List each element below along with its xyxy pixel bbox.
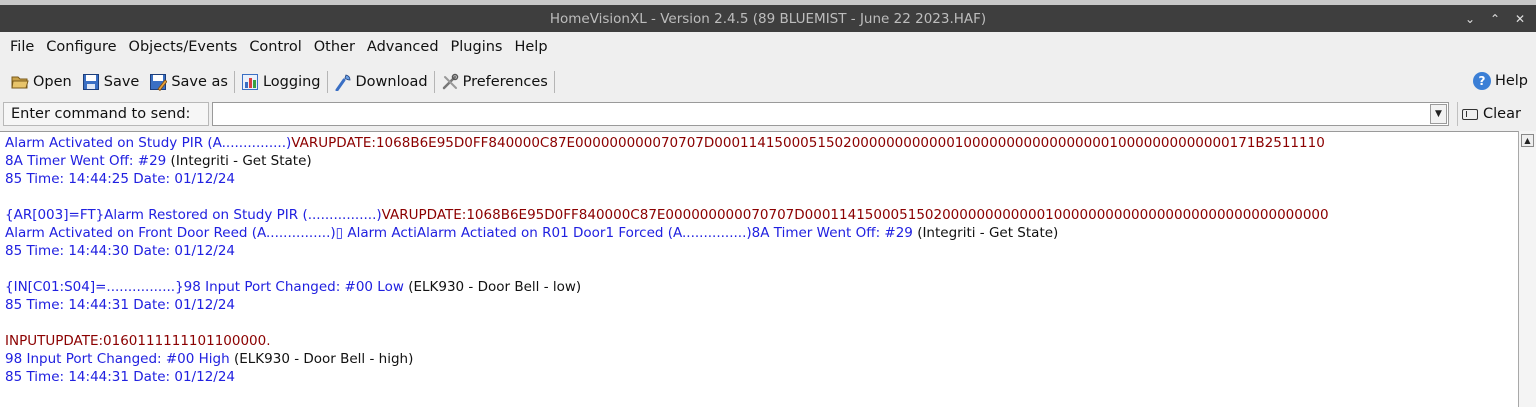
log-blank-line bbox=[5, 188, 1518, 206]
log-entry: 85 Time: 14:44:31 Date: 01/12/24 bbox=[5, 368, 1518, 386]
save-as-label: Save as bbox=[171, 73, 228, 90]
open-button[interactable]: Open bbox=[6, 69, 77, 95]
log-segment: 85 Time: 14:44:31 Date: 01/12/24 bbox=[5, 369, 236, 385]
log-entry: {AR[003]=FT}Alarm Restored on Study PIR … bbox=[5, 206, 1518, 224]
open-label: Open bbox=[33, 73, 72, 90]
menu-bar: File Configure Objects/Events Control Ot… bbox=[0, 32, 1536, 62]
log-blank-line bbox=[5, 260, 1518, 278]
command-row: Enter command to send: ▼ Clear bbox=[0, 100, 1536, 130]
log-segment: 98 Input Port Changed: #00 High bbox=[5, 351, 234, 367]
toolbar-separator bbox=[433, 70, 435, 93]
menu-help[interactable]: Help bbox=[508, 39, 553, 55]
log-segment: {AR[003]=FT}Alarm Restored on Study PIR … bbox=[5, 207, 382, 223]
log-entry: 85 Time: 14:44:30 Date: 01/12/24 bbox=[5, 242, 1518, 260]
preferences-label: Preferences bbox=[462, 73, 548, 90]
download-button[interactable]: Download bbox=[329, 69, 433, 95]
help-label: Help bbox=[1494, 73, 1528, 89]
log-entry: 8A Timer Went Off: #29 (Integriti - Get … bbox=[5, 152, 1518, 170]
window-title: HomeVisionXL - Version 2.4.5 (89 BLUEMIS… bbox=[549, 10, 987, 27]
logging-label: Logging bbox=[262, 73, 321, 90]
log-segment: VARUPDATE:1068B6E95D0FF840000C87E0000000… bbox=[291, 135, 1325, 151]
download-label: Download bbox=[355, 73, 428, 90]
menu-configure[interactable]: Configure bbox=[40, 39, 122, 55]
log-segment: 85 Time: 14:44:31 Date: 01/12/24 bbox=[5, 297, 236, 313]
help-button[interactable]: ? Help bbox=[1472, 68, 1528, 94]
log-segment: INPUTUPDATE:0160111111101100000. bbox=[5, 333, 271, 349]
save-button[interactable]: Save bbox=[77, 69, 145, 95]
logging-button[interactable]: Logging bbox=[236, 69, 326, 95]
tools-icon bbox=[442, 73, 458, 89]
menu-advanced[interactable]: Advanced bbox=[361, 39, 445, 55]
log-segment: {IN[C01:S04]=................}98 Input P… bbox=[5, 279, 409, 295]
log-segment: Alarm Activated on Front Door Reed (A...… bbox=[5, 225, 918, 241]
menu-other[interactable]: Other bbox=[308, 39, 361, 55]
command-input[interactable] bbox=[212, 102, 1449, 126]
log-segment: Alarm Activated on Study PIR (A.........… bbox=[5, 135, 292, 151]
log-entry: INPUTUPDATE:0160111111101100000. bbox=[5, 332, 1518, 350]
save-label: Save bbox=[103, 73, 140, 90]
toolbar-separator bbox=[553, 70, 555, 93]
logging-chart-icon bbox=[241, 73, 258, 90]
minimize-icon[interactable]: ⌄ bbox=[1464, 12, 1476, 26]
log-segment: (ELK930 - Door Bell - low) bbox=[408, 279, 582, 295]
log-segment: 85 Time: 14:44:25 Date: 01/12/24 bbox=[5, 171, 236, 187]
folder-open-icon bbox=[11, 76, 29, 88]
log-segment: (Integriti - Get State) bbox=[170, 153, 312, 169]
menu-file[interactable]: File bbox=[4, 39, 40, 55]
log-entry: {IN[C01:S04]=................}98 Input P… bbox=[5, 278, 1518, 296]
menu-objects-events[interactable]: Objects/Events bbox=[123, 39, 244, 55]
toolbar-separator bbox=[326, 70, 328, 93]
log-segment: (Integriti - Get State) bbox=[917, 225, 1059, 241]
title-bar: HomeVisionXL - Version 2.4.5 (89 BLUEMIS… bbox=[0, 5, 1536, 32]
command-label: Enter command to send: bbox=[3, 102, 209, 126]
log-entry: 85 Time: 14:44:31 Date: 01/12/24 bbox=[5, 296, 1518, 314]
log-segment: 85 Time: 14:44:30 Date: 01/12/24 bbox=[5, 243, 236, 259]
log-segment: 8A Timer Went Off: #29 bbox=[5, 153, 171, 169]
floppy-disk-icon bbox=[82, 73, 99, 90]
clear-icon bbox=[1462, 108, 1478, 120]
maximize-icon[interactable]: ⌃ bbox=[1489, 12, 1501, 26]
log-scrollbar[interactable]: ▲ bbox=[1518, 131, 1536, 407]
log-segment: VARUPDATE:1068B6E95D0FF840000C87E0000000… bbox=[381, 207, 1329, 223]
log-segment: (ELK930 - Door Bell - high) bbox=[233, 351, 414, 367]
preferences-button[interactable]: Preferences bbox=[436, 69, 553, 95]
floppy-disk-pencil-icon bbox=[150, 73, 168, 91]
save-as-button[interactable]: Save as bbox=[144, 69, 233, 95]
output-log[interactable]: Alarm Activated on Study PIR (A.........… bbox=[0, 131, 1518, 407]
log-entry: 85 Time: 14:44:25 Date: 01/12/24 bbox=[5, 170, 1518, 188]
command-history-dropdown[interactable]: ▼ bbox=[1430, 104, 1447, 124]
clear-label: Clear bbox=[1483, 106, 1521, 122]
log-entry: 98 Input Port Changed: #00 High (ELK930 … bbox=[5, 350, 1518, 368]
clear-button[interactable]: Clear bbox=[1457, 102, 1521, 126]
toolbar: Open Save Save as Logging Download Prefe… bbox=[0, 64, 1536, 99]
log-entry: Alarm Activated on Front Door Reed (A...… bbox=[5, 224, 1518, 242]
help-icon: ? bbox=[1472, 72, 1491, 90]
toolbar-separator bbox=[233, 70, 235, 93]
log-blank-line bbox=[5, 314, 1518, 332]
log-entry: Alarm Activated on Study PIR (A.........… bbox=[5, 134, 1518, 152]
scroll-up-arrow-icon[interactable]: ▲ bbox=[1521, 134, 1534, 147]
download-wand-icon bbox=[335, 74, 350, 91]
dropdown-arrow-icon: ▼ bbox=[1435, 109, 1442, 119]
menu-plugins[interactable]: Plugins bbox=[445, 39, 509, 55]
menu-control[interactable]: Control bbox=[243, 39, 307, 55]
close-icon[interactable]: ✕ bbox=[1514, 12, 1526, 26]
